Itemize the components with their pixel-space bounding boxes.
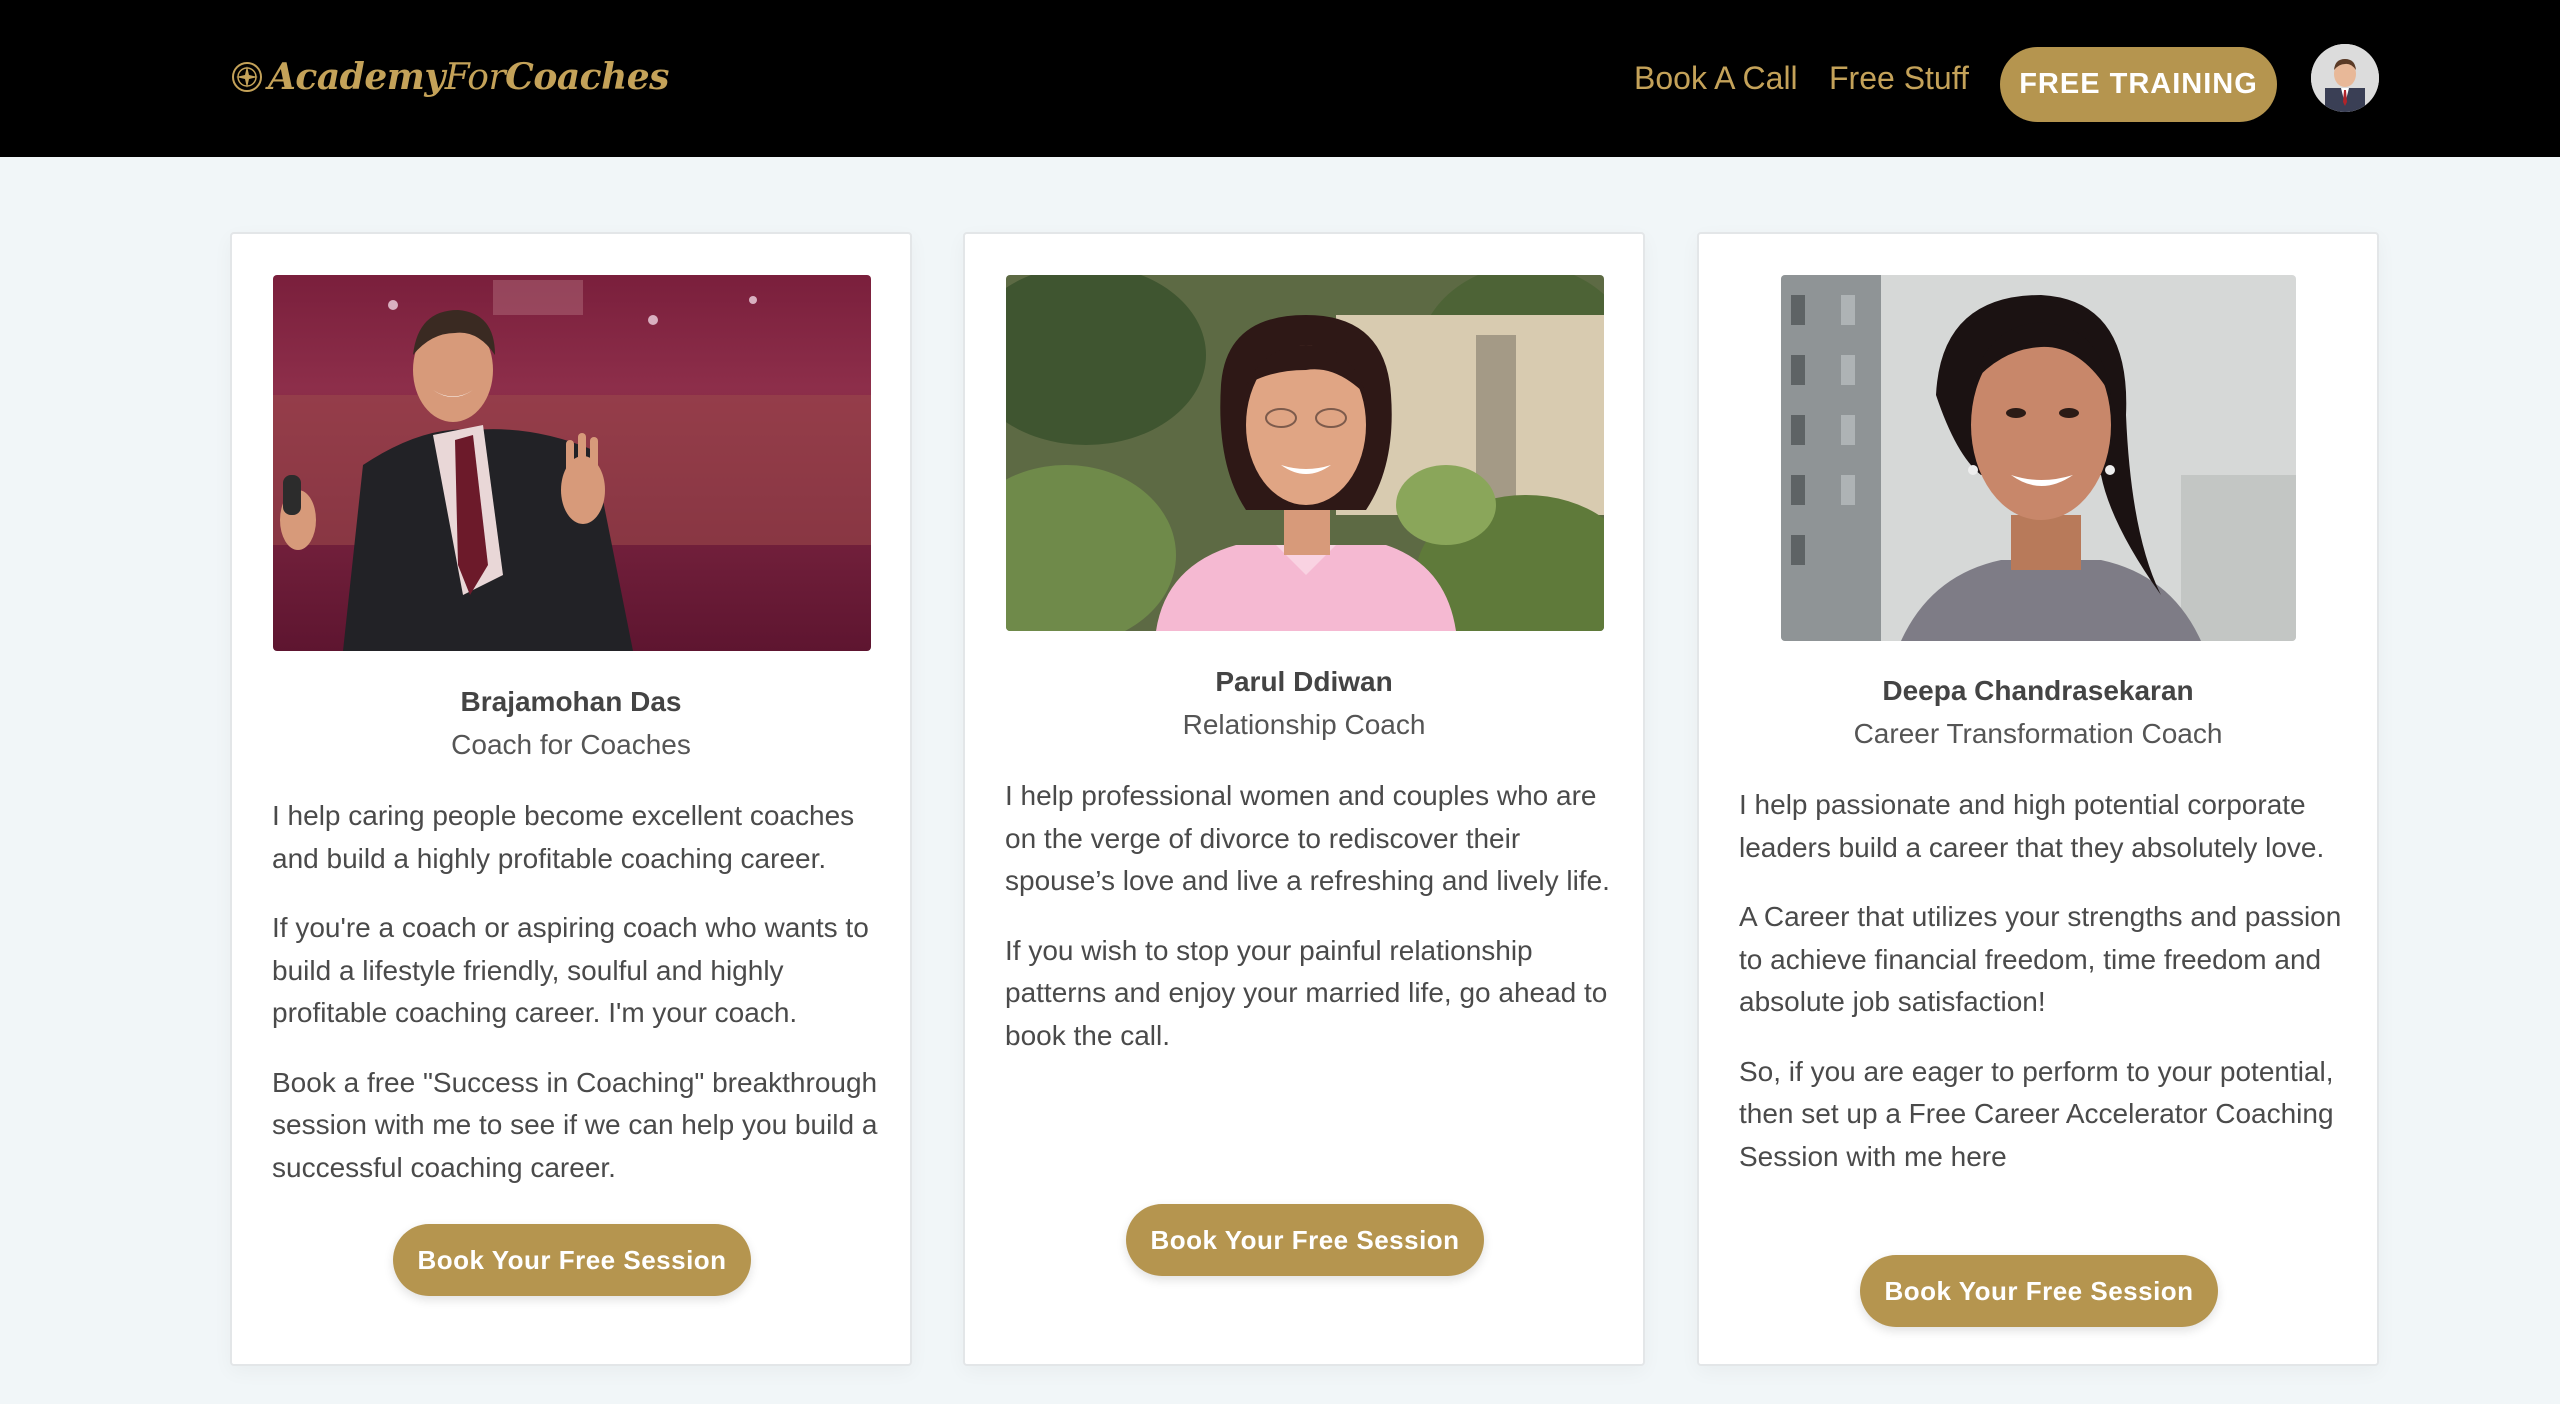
user-avatar[interactable] — [2311, 44, 2379, 112]
coach-card-deepa: Deepa Chandrasekaran Career Transformati… — [1697, 232, 2379, 1366]
coach-photo-brajamohan — [273, 275, 871, 651]
bio-paragraph: I help caring people become excellent co… — [272, 800, 855, 874]
bio-paragraph: So, if you are eager to perform to your … — [1739, 1055, 2334, 1172]
book-free-session-button[interactable]: Book Your Free Session — [393, 1224, 751, 1296]
book-free-session-button[interactable]: Book Your Free Session — [1860, 1255, 2218, 1327]
site-logo[interactable]: Academy For Coaches — [230, 56, 669, 98]
coach-role: Relationship Coach — [1182, 709, 1426, 740]
nav-free-stuff[interactable]: Free Stuff — [1829, 60, 1969, 97]
coach-card-brajamohan: Brajamohan Das Coach for Coaches I help … — [230, 232, 912, 1366]
coach-role: Coach for Coaches — [451, 729, 691, 760]
bio-paragraph: I help professional women and couples wh… — [1005, 780, 1610, 896]
free-training-button[interactable]: FREE TRAINING — [2000, 47, 2277, 122]
coach-name: Deepa Chandrasekaran — [1882, 675, 2194, 706]
coach-photo-parul — [1006, 275, 1604, 631]
bio-paragraph: If you wish to stop your painful relatio… — [1005, 934, 1608, 1051]
nav-book-a-call[interactable]: Book A Call — [1634, 60, 1798, 97]
coach-card-parul: Parul Ddiwan Relationship Coach I help p… — [963, 232, 1645, 1366]
coach-bio: I help caring people become excellent co… — [272, 795, 880, 1216]
coach-bio: I help passionate and high potential cor… — [1739, 784, 2347, 1205]
coach-role: Career Transformation Coach — [1853, 718, 2223, 749]
logo-text-coaches: Coaches — [505, 56, 669, 98]
logo-emblem-icon — [230, 60, 264, 94]
coach-name: Parul Ddiwan — [1215, 666, 1393, 697]
coach-name: Brajamohan Das — [460, 686, 682, 717]
logo-text-for: For — [444, 56, 506, 98]
bio-paragraph: A Career that utilizes your strengths an… — [1739, 901, 2342, 1017]
logo-text-academy: Academy — [268, 56, 445, 98]
bio-paragraph: If you're a coach or aspiring coach who … — [272, 912, 869, 1028]
bio-paragraph: I help passionate and high potential cor… — [1739, 789, 2325, 863]
site-header: Academy For Coaches Book A Call Free Stu… — [0, 0, 2560, 157]
bio-paragraph: Book a free "Success in Coaching" breakt… — [272, 1066, 878, 1183]
coach-bio: I help professional women and couples wh… — [1005, 775, 1613, 1084]
coach-photo-deepa — [1781, 275, 2296, 641]
book-free-session-button[interactable]: Book Your Free Session — [1126, 1204, 1484, 1276]
